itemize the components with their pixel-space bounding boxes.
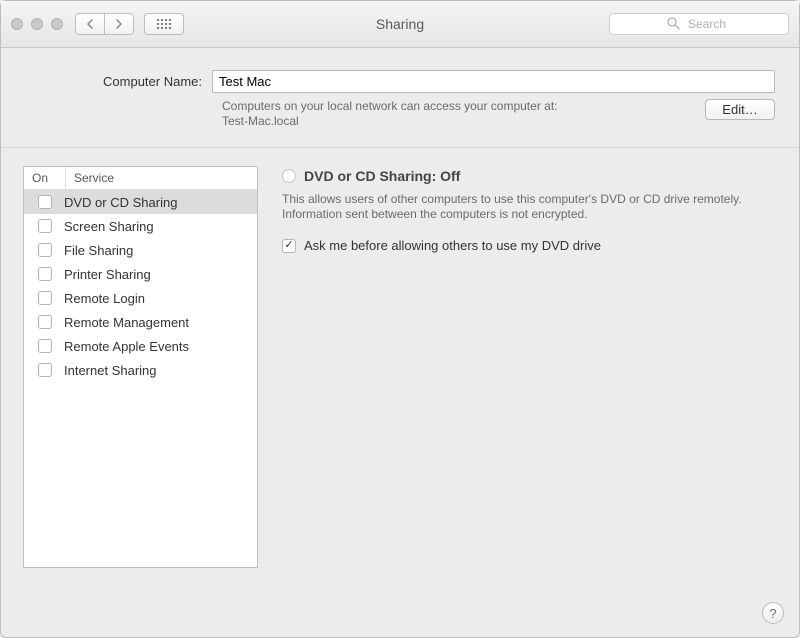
service-checkbox[interactable]	[38, 363, 52, 377]
search-input[interactable]	[609, 13, 789, 35]
service-checkbox[interactable]	[38, 339, 52, 353]
service-label: Remote Apple Events	[60, 339, 251, 354]
search-wrap	[609, 13, 789, 35]
service-checkbox[interactable]	[38, 315, 52, 329]
service-row[interactable]: Remote Apple Events	[24, 334, 257, 358]
forward-button[interactable]	[104, 13, 134, 35]
titlebar: Sharing	[1, 1, 799, 48]
show-all-button[interactable]	[144, 13, 184, 35]
service-label: Remote Login	[60, 291, 251, 306]
service-label: File Sharing	[60, 243, 251, 258]
services-header: On Service	[24, 167, 257, 190]
help-button[interactable]: ?	[762, 602, 784, 624]
service-label: Remote Management	[60, 315, 251, 330]
zoom-window-button[interactable]	[51, 18, 63, 30]
service-row[interactable]: DVD or CD Sharing	[24, 190, 257, 214]
service-checkbox[interactable]	[38, 291, 52, 305]
service-row[interactable]: Printer Sharing	[24, 262, 257, 286]
ask-before-checkbox[interactable]	[282, 239, 296, 253]
minimize-window-button[interactable]	[31, 18, 43, 30]
computer-name-label: Computer Name:	[25, 74, 212, 89]
service-row[interactable]: File Sharing	[24, 238, 257, 262]
service-checkbox[interactable]	[38, 267, 52, 281]
nav-group	[75, 13, 134, 35]
service-checkbox[interactable]	[38, 195, 52, 209]
computer-name-section: Computer Name: Computers on your local n…	[1, 48, 799, 148]
services-panel: On Service DVD or CD Sharing Screen Shari…	[23, 166, 258, 568]
edit-button[interactable]: Edit…	[705, 99, 775, 120]
service-label: Screen Sharing	[60, 219, 251, 234]
service-checkbox[interactable]	[38, 243, 52, 257]
ask-before-label: Ask me before allowing others to use my …	[304, 238, 601, 253]
computer-name-field[interactable]	[212, 70, 775, 93]
status-indicator-off	[282, 169, 296, 183]
service-row[interactable]: Internet Sharing	[24, 358, 257, 382]
service-row[interactable]: Remote Management	[24, 310, 257, 334]
detail-panel: DVD or CD Sharing: Off This allows users…	[282, 166, 777, 568]
window-controls	[11, 18, 63, 30]
grid-icon	[157, 19, 172, 30]
close-window-button[interactable]	[11, 18, 23, 30]
services-list: DVD or CD Sharing Screen Sharing File Shar…	[24, 190, 257, 567]
chevron-left-icon	[86, 19, 94, 29]
service-label: DVD or CD Sharing	[60, 195, 251, 210]
service-row[interactable]: Screen Sharing	[24, 214, 257, 238]
service-row[interactable]: Remote Login	[24, 286, 257, 310]
service-label: Internet Sharing	[60, 363, 251, 378]
service-checkbox[interactable]	[38, 219, 52, 233]
column-header-on[interactable]: On	[24, 167, 66, 189]
content-area: On Service DVD or CD Sharing Screen Shari…	[1, 148, 799, 578]
back-button[interactable]	[75, 13, 105, 35]
detail-title: DVD or CD Sharing: Off	[304, 168, 460, 184]
column-header-service[interactable]: Service	[66, 167, 257, 189]
computer-name-description: Computers on your local network can acce…	[222, 99, 705, 129]
detail-description: This allows users of other computers to …	[282, 192, 777, 222]
chevron-right-icon	[115, 19, 123, 29]
service-label: Printer Sharing	[60, 267, 251, 282]
